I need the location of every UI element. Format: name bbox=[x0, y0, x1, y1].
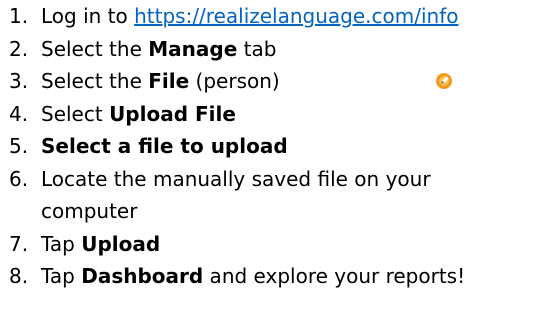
step-bold-text: Manage bbox=[148, 36, 238, 61]
step-prefix: Select bbox=[41, 101, 110, 126]
step-number: 4. bbox=[9, 101, 29, 126]
step-text: Select Upload File bbox=[41, 98, 521, 131]
step-prefix: Select the bbox=[41, 36, 149, 61]
step-text: Tap Upload bbox=[41, 228, 521, 261]
step-prefix: Select the bbox=[41, 69, 149, 93]
step-bold-text: Upload File bbox=[109, 101, 236, 126]
instruction-list: 1. Log in to https://realizelanguage.com… bbox=[0, 0, 552, 293]
orange-edit-icon bbox=[436, 73, 452, 89]
step-text: Select the Manage tab bbox=[41, 33, 521, 66]
step-number: 2. bbox=[9, 36, 29, 61]
step-number: 3. bbox=[9, 69, 29, 93]
step-bold-text: Upload bbox=[81, 231, 161, 256]
step-5: 5. Select a file to upload bbox=[0, 130, 552, 163]
step-text: Select a file to upload bbox=[41, 130, 521, 163]
step-suffix: (person) bbox=[189, 69, 280, 93]
step-suffix: tab bbox=[237, 36, 277, 61]
step-bold-text: File bbox=[148, 69, 190, 93]
step-6: 6. Locate the manually saved file on you… bbox=[0, 163, 552, 228]
step-number: 5. bbox=[9, 134, 29, 158]
step-number: 8. bbox=[9, 264, 29, 288]
step-8: 8. Tap Dashboard and explore your report… bbox=[0, 260, 552, 293]
step-number: 6. bbox=[9, 166, 29, 191]
step-1: 1. Log in to https://realizelanguage.com… bbox=[0, 0, 552, 33]
step-text: Log in to https://realizelanguage.com/in… bbox=[41, 0, 521, 33]
step-number: 7. bbox=[9, 231, 29, 256]
step-3: 3. Select the File (person) bbox=[0, 65, 552, 98]
step-bold-text: Dashboard bbox=[81, 264, 204, 288]
step-text: Locate the manually saved file on your c… bbox=[41, 166, 431, 224]
step-2: 2. Select the Manage tab bbox=[0, 33, 552, 66]
step-7: 7. Tap Upload bbox=[0, 228, 552, 261]
step-text: Tap Dashboard and explore your reports! bbox=[41, 260, 521, 293]
step-number: 1. bbox=[9, 4, 29, 28]
step-suffix: and explore your reports! bbox=[203, 264, 466, 288]
realize-language-link[interactable]: https://realizelanguage.com/info bbox=[134, 4, 458, 28]
step-prefix: Tap bbox=[41, 264, 82, 288]
step-bold-text: Select a file to upload bbox=[41, 134, 288, 158]
step-prefix: Log in to bbox=[41, 4, 135, 28]
step-prefix: Tap bbox=[41, 231, 82, 256]
step-4: 4. Select Upload File bbox=[0, 98, 552, 131]
